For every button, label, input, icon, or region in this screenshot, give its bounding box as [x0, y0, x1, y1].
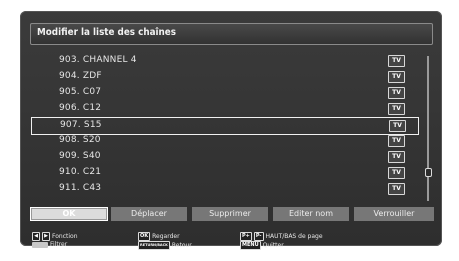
- tv-badge-icon: TV: [388, 183, 405, 195]
- channel-row[interactable]: 909. S40 TV: [32, 149, 418, 165]
- tv-badge-icon: TV: [388, 71, 405, 83]
- channel-name: 905. C07: [59, 87, 102, 97]
- channel-name: 907. S15: [60, 120, 102, 130]
- legend-watch: OK Regarder: [138, 232, 180, 241]
- right-arrow-icon: ▶: [42, 232, 50, 241]
- channel-row[interactable]: 905. C07 TV: [32, 85, 418, 101]
- tv-frame: Modifier la liste des chaînes 903. CHANN…: [0, 0, 459, 261]
- channel-row[interactable]: 908. S20 TV: [32, 133, 418, 149]
- dialog-header: Modifier la liste des chaînes: [30, 23, 433, 45]
- lock-button[interactable]: Verrouiller: [354, 207, 434, 221]
- page-label: HAUT/BAS de page: [265, 233, 323, 240]
- delete-button[interactable]: Supprimer: [192, 207, 268, 221]
- channel-row[interactable]: 911. C43 TV: [32, 181, 418, 197]
- scrollbar-thumb[interactable]: [425, 168, 432, 177]
- action-bar: OK Déplacer Supprimer Editer nom Verroui…: [30, 207, 434, 221]
- channel-name: 904. ZDF: [59, 71, 102, 81]
- move-button[interactable]: Déplacer: [111, 207, 187, 221]
- filter-label: Filtrer: [50, 241, 68, 248]
- tv-badge-icon: TV: [388, 87, 405, 99]
- channel-row[interactable]: 903. CHANNEL 4 TV: [32, 53, 418, 69]
- page-up-key-icon: P+: [240, 232, 252, 241]
- menu-key-icon: MENU: [240, 241, 261, 250]
- dialog-title: Modifier la liste des chaînes: [37, 27, 177, 38]
- channel-name: 903. CHANNEL 4: [59, 55, 137, 65]
- tv-badge-icon: TV: [388, 135, 405, 147]
- yellow-key-icon: [32, 241, 48, 248]
- return-label: Retour: [171, 242, 192, 249]
- legend-quit: MENU Quitter: [240, 241, 284, 250]
- channel-row[interactable]: 906. C12 TV: [32, 101, 418, 117]
- watch-label: Regarder: [152, 233, 180, 240]
- ok-key-icon: OK: [138, 232, 151, 241]
- tv-badge-icon: TV: [388, 55, 405, 67]
- tv-badge-icon: TV: [388, 103, 405, 115]
- return-key-icon: RETURN/BACK: [138, 241, 170, 250]
- channel-row[interactable]: 910. C21 TV: [32, 165, 418, 181]
- tv-badge-icon: TV: [388, 167, 405, 179]
- legend-return: RETURN/BACK Retour: [138, 241, 192, 250]
- channel-name: 909. S40: [59, 151, 101, 161]
- legend-filter: Filtrer: [32, 241, 67, 248]
- legend-function: ◀ ▶ Fonction: [32, 232, 78, 241]
- quit-label: Quitter: [262, 242, 284, 249]
- channel-list-dialog: Modifier la liste des chaînes 903. CHANN…: [20, 11, 442, 250]
- page-down-key-icon: P-: [253, 232, 264, 241]
- channel-name: 910. C21: [59, 167, 102, 177]
- left-arrow-icon: ◀: [32, 232, 40, 241]
- channel-name: 911. C43: [59, 183, 102, 193]
- edit-name-button[interactable]: Editer nom: [273, 207, 349, 221]
- tv-badge-icon: TV: [389, 120, 406, 132]
- channel-name: 908. S20: [59, 135, 101, 145]
- ok-button[interactable]: OK: [30, 207, 108, 221]
- channel-row[interactable]: 904. ZDF TV: [32, 69, 418, 85]
- tv-badge-icon: TV: [388, 151, 405, 163]
- legend-page: P+ P- HAUT/BAS de page: [240, 232, 323, 241]
- function-label: Fonction: [52, 233, 78, 240]
- channel-name: 906. C12: [59, 103, 102, 113]
- scrollbar-track[interactable]: [427, 56, 429, 201]
